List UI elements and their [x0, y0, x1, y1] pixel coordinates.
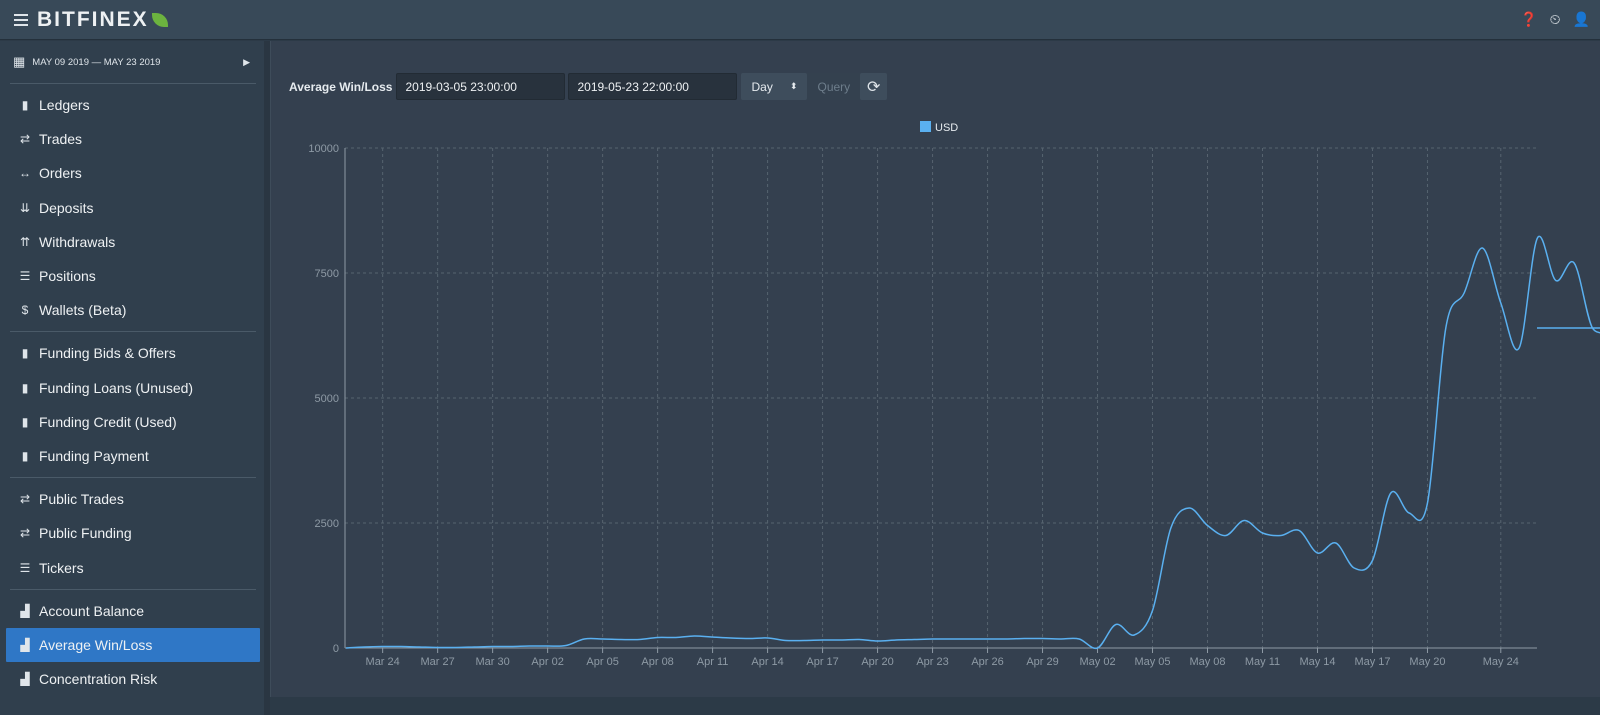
x-tick-label: May 05 — [1134, 656, 1170, 668]
data-point — [1096, 647, 1099, 650]
data-point — [1518, 347, 1521, 350]
data-point — [1481, 247, 1484, 250]
data-point — [1279, 534, 1282, 537]
x-tick-label: Apr 14 — [751, 656, 783, 668]
x-tick-label: Apr 08 — [641, 656, 673, 668]
legend-label: USD — [935, 122, 958, 134]
data-point — [913, 638, 916, 641]
data-point — [803, 639, 806, 642]
data-point — [1041, 637, 1044, 640]
y-tick-label: 2500 — [315, 518, 339, 530]
data-point — [381, 645, 384, 648]
data-point — [894, 639, 897, 642]
data-point — [1591, 327, 1594, 330]
data-point — [674, 636, 677, 639]
data-point — [949, 638, 952, 641]
data-point — [638, 638, 641, 641]
x-tick-label: Mar 24 — [366, 656, 400, 668]
x-tick-label: May 20 — [1409, 656, 1445, 668]
x-tick-label: Mar 27 — [421, 656, 455, 668]
data-point — [564, 644, 567, 647]
data-point — [418, 646, 421, 649]
data-point — [454, 646, 457, 649]
data-point — [876, 640, 879, 643]
y-tick-label: 0 — [333, 643, 339, 655]
line-chart: 0 2500 5000 7500 10000 Mar 24 Mar 27 Mar 30 Apr … — [308, 121, 1600, 668]
data-point — [1316, 552, 1319, 555]
data-point — [931, 638, 934, 641]
data-point — [711, 636, 714, 639]
y-tick-label: 7500 — [315, 268, 339, 280]
data-point — [821, 639, 824, 642]
data-point — [1078, 638, 1081, 641]
data-point — [601, 638, 604, 641]
data-point — [986, 638, 989, 641]
data-point — [436, 646, 439, 649]
data-point — [748, 637, 751, 640]
series-line-usd — [345, 235, 1600, 650]
data-point — [473, 646, 476, 649]
data-point — [1573, 262, 1576, 265]
data-point — [1353, 567, 1356, 570]
data-point — [1059, 638, 1062, 641]
data-point — [1463, 292, 1466, 295]
data-point — [1206, 524, 1209, 527]
x-tick-label: May 08 — [1189, 656, 1225, 668]
data-point — [345, 647, 348, 650]
data-point — [363, 646, 366, 649]
x-tick-label: Apr 29 — [1026, 656, 1058, 668]
data-point — [509, 645, 512, 648]
y-tick-label: 10000 — [308, 143, 339, 155]
x-tick-label: Apr 20 — [861, 656, 893, 668]
x-tick-label: Apr 23 — [916, 656, 948, 668]
x-tick-label: May 24 — [1483, 656, 1519, 668]
data-point — [1389, 492, 1392, 495]
x-tick-label: Apr 17 — [806, 656, 838, 668]
data-point — [1444, 327, 1447, 330]
x-tick-label: May 02 — [1079, 656, 1115, 668]
data-point — [1224, 534, 1227, 537]
y-tick-label: 5000 — [315, 393, 339, 405]
data-point — [766, 637, 769, 640]
legend-swatch — [920, 121, 931, 132]
data-point — [729, 637, 732, 640]
data-point — [1499, 302, 1502, 305]
data-point — [1188, 507, 1191, 510]
data-point — [1133, 634, 1136, 637]
data-point — [1004, 638, 1007, 641]
data-point — [1023, 637, 1026, 640]
x-tick-label: May 11 — [1245, 656, 1280, 668]
data-point — [1426, 502, 1429, 505]
data-point — [839, 639, 842, 642]
data-point — [1334, 542, 1337, 545]
x-tick-label: May 17 — [1354, 656, 1390, 668]
data-point — [1243, 519, 1246, 522]
x-tick-label: Apr 11 — [697, 656, 729, 668]
data-point — [693, 635, 696, 638]
data-point — [1554, 279, 1557, 282]
data-point — [1298, 529, 1301, 532]
x-tick-label: May 14 — [1299, 656, 1335, 668]
data-point — [619, 638, 622, 641]
data-point — [1114, 623, 1117, 626]
data-point — [546, 645, 549, 648]
data-point — [491, 645, 494, 648]
x-tick-label: Mar 30 — [476, 656, 510, 668]
data-point — [784, 639, 787, 642]
data-point — [1151, 609, 1154, 612]
data-point — [528, 645, 531, 648]
data-point — [1261, 532, 1264, 535]
data-point — [1536, 237, 1539, 240]
data-point — [583, 638, 586, 641]
data-point — [1408, 512, 1411, 515]
data-point — [399, 645, 402, 648]
data-point — [656, 636, 659, 639]
x-tick-label: Apr 02 — [531, 656, 563, 668]
data-point — [858, 638, 861, 641]
data-point — [1371, 559, 1374, 562]
data-point — [1169, 527, 1172, 530]
x-tick-label: Apr 26 — [971, 656, 1003, 668]
data-point — [968, 638, 971, 641]
x-tick-label: Apr 05 — [586, 656, 618, 668]
